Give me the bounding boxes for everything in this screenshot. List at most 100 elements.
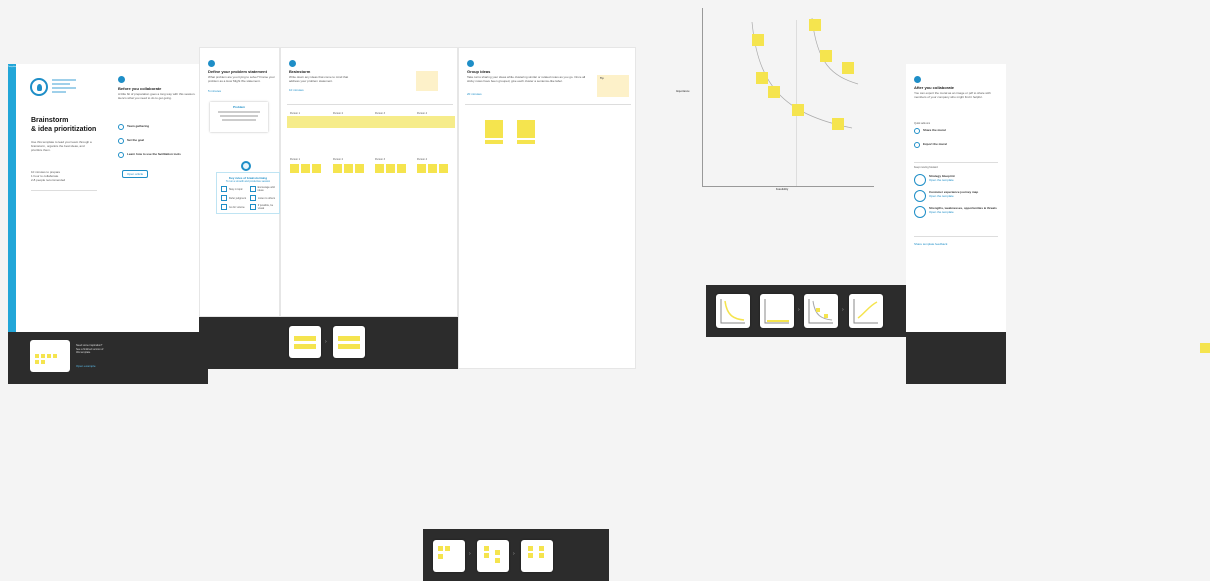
tip-note: Tip <box>597 75 629 97</box>
after-divider <box>914 162 998 163</box>
sticky-note[interactable] <box>752 34 764 46</box>
brainstorm-timer-link[interactable]: 10 minutes <box>289 88 304 92</box>
person-label: Person 1 <box>290 158 301 161</box>
open-template-link[interactable]: Open the template <box>929 194 978 198</box>
arrow-icon: › <box>513 551 515 557</box>
arrow-icon: › <box>842 307 844 313</box>
open-article-button[interactable]: Open article <box>122 170 149 178</box>
rule-icon <box>221 204 227 210</box>
tip-title: Tip <box>600 77 604 80</box>
group-timer-link[interactable]: 20 minutes <box>467 92 482 96</box>
sticky-note[interactable] <box>809 19 821 31</box>
person-label: Person 4 <box>417 158 428 161</box>
sticky-note[interactable] <box>344 164 353 173</box>
brainstorm-example-thumb-1[interactable] <box>289 326 321 358</box>
sticky-note[interactable] <box>290 164 299 173</box>
rule-icon <box>221 195 227 201</box>
open-example-link[interactable]: Open example <box>76 364 96 368</box>
group-example-thumb-1[interactable] <box>433 540 465 572</box>
brainstorm-panel: Brainstorm Write down any ideas that com… <box>280 47 458 317</box>
brainstorm-divider <box>287 104 453 105</box>
after-text: You can export the mural as an image or … <box>914 91 991 99</box>
before-footer <box>108 332 208 384</box>
sticky-note[interactable] <box>301 164 310 173</box>
share-feedback-link[interactable]: Share template feedback <box>914 242 947 246</box>
sticky-note[interactable] <box>485 140 503 144</box>
sticky-note[interactable] <box>375 164 384 173</box>
after-section-2: Keep moving forward <box>914 166 938 169</box>
chart-example-thumb-1[interactable] <box>716 294 750 328</box>
before-item: Team gathering <box>127 124 150 128</box>
share-item: Export the mural <box>923 142 947 146</box>
logo-icon <box>30 78 48 96</box>
sticky-note[interactable] <box>832 118 844 130</box>
rule-icon <box>250 195 256 201</box>
step-number-icon <box>289 60 296 67</box>
prioritization-chart-area: Importance Feasibility <box>672 4 896 212</box>
sticky-note[interactable] <box>333 164 342 173</box>
sticky-note[interactable] <box>397 164 406 173</box>
brainstorm-row-1 <box>287 116 455 128</box>
footer-text: Need some inspiration? See a finished ve… <box>76 344 104 354</box>
sticky-note[interactable] <box>428 164 437 173</box>
person-label: Person 2 <box>333 158 344 161</box>
problem-card[interactable]: Problem <box>210 102 268 132</box>
arrow-icon: › <box>325 339 327 345</box>
group-example-thumb-2[interactable] <box>477 540 509 572</box>
sticky-note[interactable] <box>756 72 768 84</box>
sticky-note[interactable] <box>355 164 364 173</box>
sticky-note[interactable] <box>1200 343 1210 353</box>
chart-example-thumb-4[interactable] <box>849 294 883 328</box>
example-thumbnail[interactable] <box>30 340 70 372</box>
page-title-line2: & idea prioritization <box>31 126 97 133</box>
rule-item: Listen to others <box>258 196 276 200</box>
group-divider <box>465 104 631 105</box>
before-item: Set the goal <box>127 138 145 142</box>
group-footer: › › <box>423 529 609 581</box>
next-steps: Strategy blueprint Open the template Cust… <box>914 174 1000 218</box>
sticky-note[interactable] <box>820 50 832 62</box>
template-tag: Template <box>8 66 17 68</box>
sticky-note[interactable] <box>312 164 321 173</box>
intro-accent-bar <box>8 64 16 332</box>
step-number-icon <box>914 76 921 83</box>
intro-meta: 10 minutes to prepare 1 hour to collabor… <box>31 170 101 182</box>
rule-item: Stay in topic <box>229 187 243 191</box>
checkbox-icon[interactable] <box>118 152 124 158</box>
person-label: Person 3 <box>375 158 386 161</box>
open-template-link[interactable]: Open the template <box>929 178 955 182</box>
step-number-icon <box>118 76 125 83</box>
swot-icon <box>914 206 926 218</box>
before-collaborate-panel: Before you collaborate A little bit of p… <box>108 64 208 332</box>
sticky-note[interactable] <box>517 120 535 138</box>
sticky-note[interactable] <box>386 164 395 173</box>
sticky-note[interactable] <box>485 120 503 138</box>
chart-example-thumb-3[interactable] <box>804 294 838 328</box>
define-timer-link[interactable]: 5 minutes <box>208 89 221 93</box>
sticky-note[interactable] <box>439 164 448 173</box>
define-problem-panel: Define your problem statement What probl… <box>199 47 280 317</box>
brainstorm-example-thumb-2[interactable] <box>333 326 365 358</box>
sticky-note[interactable] <box>517 140 535 144</box>
export-icon[interactable] <box>914 142 920 148</box>
after-section-1: Quick add-ons <box>914 122 931 125</box>
intro-panel: Template Brainstorm & idea prioritizatio… <box>8 64 108 332</box>
share-icon[interactable] <box>914 128 920 134</box>
checkbox-icon[interactable] <box>118 124 124 130</box>
checkbox-icon[interactable] <box>118 138 124 144</box>
sticky-note[interactable] <box>792 104 804 116</box>
sticky-note[interactable] <box>417 164 426 173</box>
tip-note <box>416 71 438 91</box>
define-title: Define your problem statement <box>208 69 267 74</box>
meta-item: 2-8 people recommended <box>31 178 66 182</box>
sticky-note[interactable] <box>768 86 780 98</box>
bulb-icon <box>241 161 251 171</box>
before-title: Before you collaborate <box>118 86 162 91</box>
share-items: Share the mural Export the mural <box>914 128 996 148</box>
after-collaborate-panel: After you collaborate You can export the… <box>906 64 1006 332</box>
group-example-thumb-3[interactable] <box>521 540 553 572</box>
chart-example-thumb-2[interactable] <box>760 294 794 328</box>
sticky-note[interactable] <box>842 62 854 74</box>
intro-description: Use this template to lead your team thro… <box>31 140 92 152</box>
open-template-link[interactable]: Open the template <box>929 210 997 214</box>
